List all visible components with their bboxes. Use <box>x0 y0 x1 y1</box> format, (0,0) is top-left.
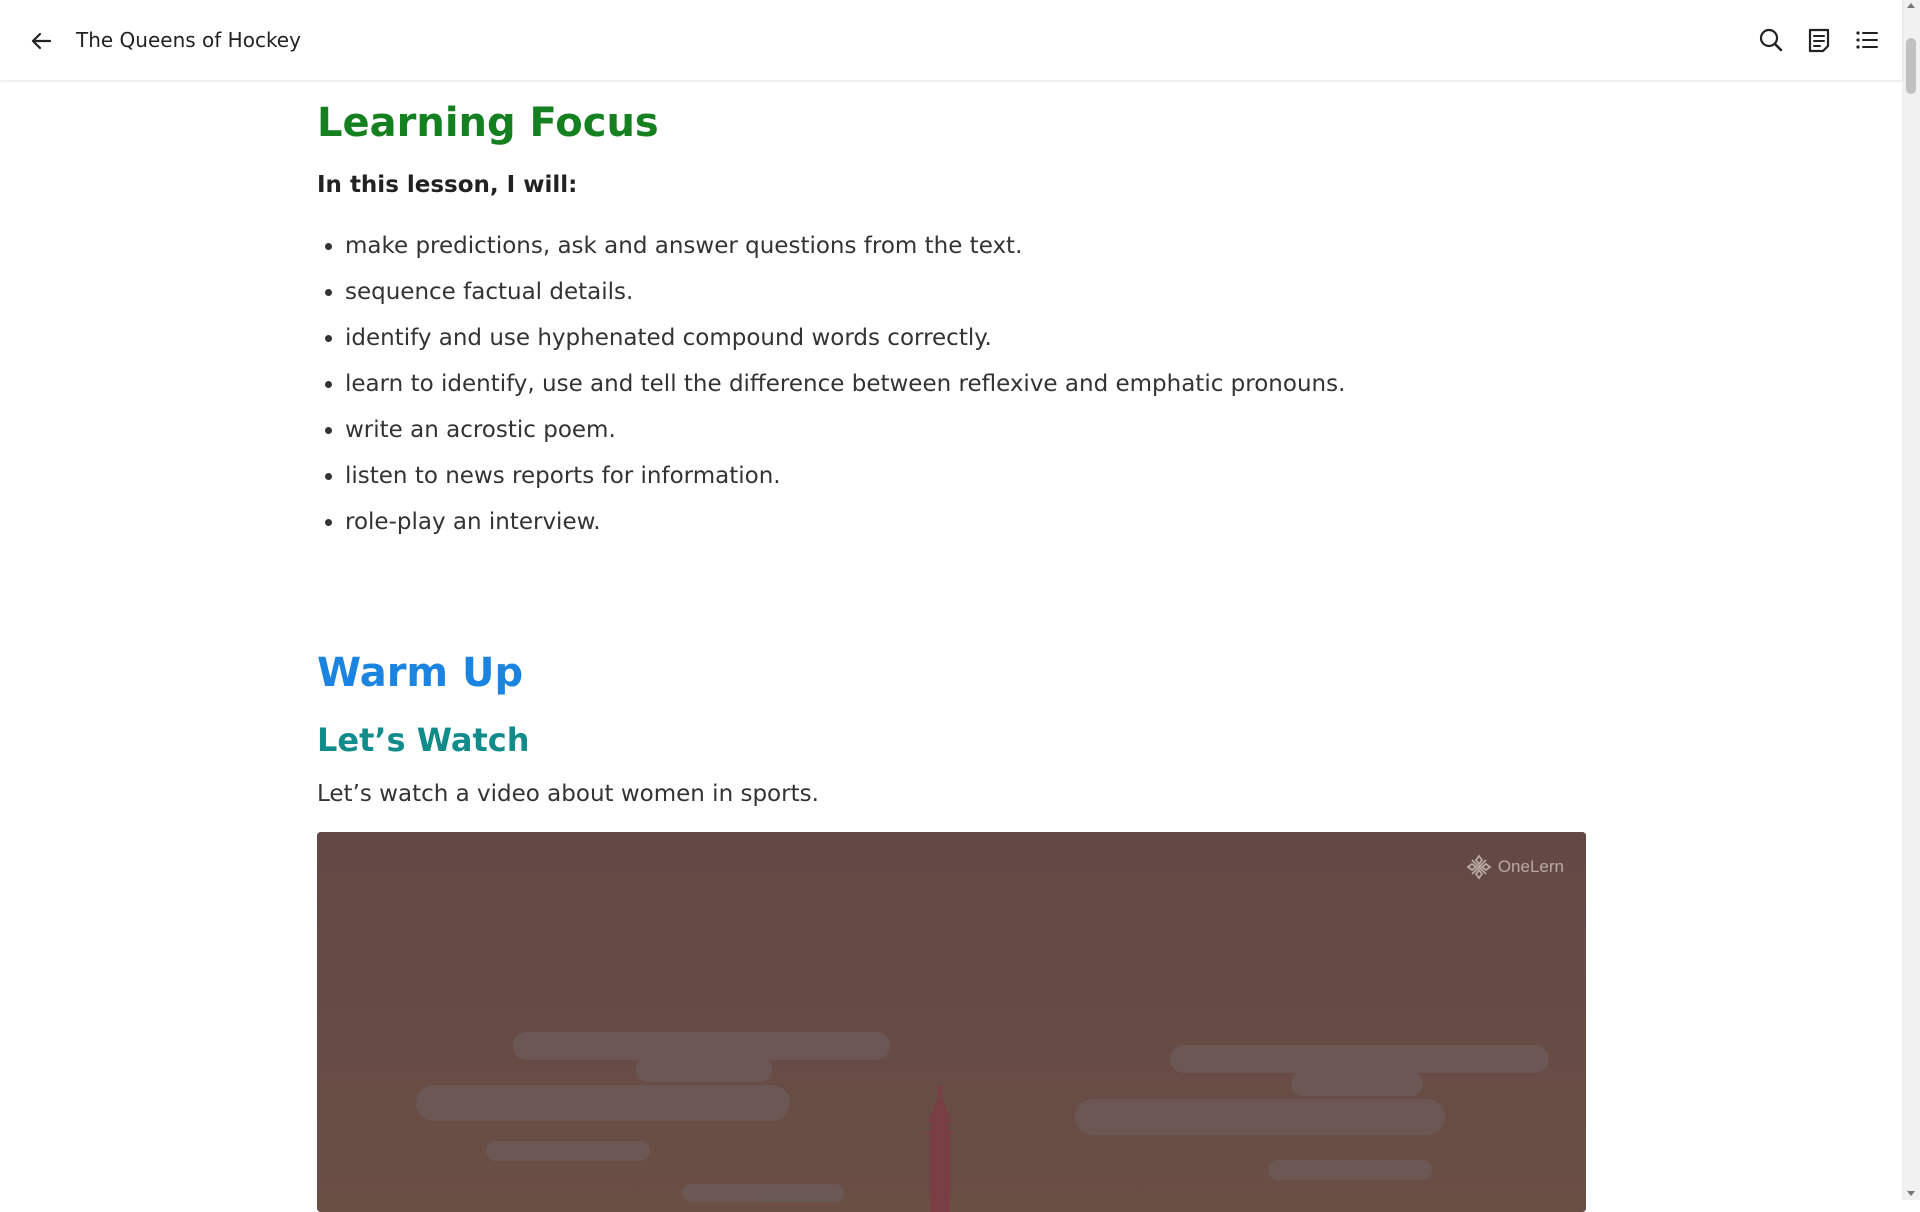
scrollbar[interactable] <box>1902 0 1920 1200</box>
onelern-watermark: OneLern <box>1466 854 1564 880</box>
onelern-logo-icon <box>1466 854 1492 880</box>
learning-goal-item: learn to identify, use and tell the diff… <box>345 368 1587 414</box>
learning-goal-item: write an acrostic poem. <box>345 414 1587 460</box>
scroll-up-arrow-icon[interactable] <box>1907 3 1915 8</box>
arrow-left-icon[interactable] <box>26 26 56 56</box>
scroll-down-arrow-icon[interactable] <box>1907 1191 1915 1196</box>
lesson-content: Learning Focus In this lesson, I will: m… <box>317 80 1587 810</box>
learning-goal-item: identify and use hyphenated compound wor… <box>345 322 1587 368</box>
learning-goal-item: sequence factual details. <box>345 276 1587 322</box>
warm-up-heading: Warm Up <box>317 650 524 696</box>
notes-icon[interactable] <box>1804 25 1834 55</box>
learning-focus-intro: In this lesson, I will: <box>317 172 578 198</box>
scroll-thumb[interactable] <box>1906 38 1916 94</box>
video-brand-label: OneLern <box>1497 857 1564 876</box>
book-title: The Queens of Hockey <box>76 28 301 52</box>
video-player[interactable]: OneLern <box>317 832 1586 1212</box>
learning-goal-item: listen to news reports for information. <box>345 460 1587 506</box>
top-bar: The Queens of Hockey <box>0 0 1902 80</box>
learning-goal-item: role-play an interview. <box>345 506 1587 552</box>
learning-goal-item: make predictions, ask and answer questio… <box>345 230 1587 276</box>
list-icon[interactable] <box>1852 25 1882 55</box>
learning-focus-heading: Learning Focus <box>317 100 659 146</box>
lets-watch-heading: Let’s Watch <box>317 721 530 759</box>
video-thumbnail-illustration <box>317 832 1586 1212</box>
learning-goals-list: make predictions, ask and answer questio… <box>317 230 1587 552</box>
lets-watch-text: Let’s watch a video about women in sport… <box>317 781 819 807</box>
search-icon[interactable] <box>1756 25 1786 55</box>
